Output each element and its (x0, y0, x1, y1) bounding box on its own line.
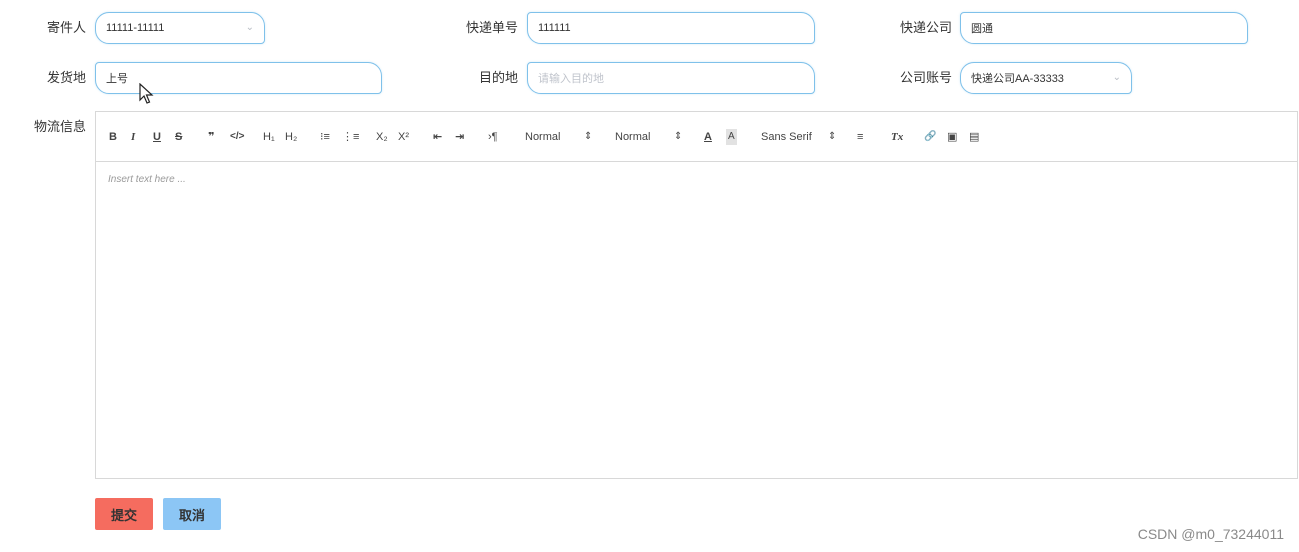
origin-value: 上号 (106, 73, 128, 85)
sender-value: 11111-11111 (106, 22, 165, 34)
font-select[interactable]: Sans Serif (761, 129, 812, 145)
italic-button[interactable]: I (131, 129, 135, 145)
destination-label: 目的地 (478, 70, 518, 85)
tracking-no-label: 快递单号 (465, 20, 518, 35)
destination-placeholder: 请输入目的地 (538, 73, 604, 85)
outdent-button[interactable]: ⇤ (433, 129, 442, 145)
editor-toolbar: B I U S ❞ </> H₁ H₂ ⁝≡ ⋮≡ X₂ X² ⇤ ⇥ ›¶ N… (96, 112, 1297, 162)
image-button[interactable]: ▣ (947, 129, 957, 145)
superscript-button[interactable]: X² (398, 129, 409, 145)
account-value: 快递公司AA-33333 (971, 73, 1064, 85)
indent-button[interactable]: ⇥ (455, 129, 464, 145)
cancel-button[interactable]: 取消 (163, 498, 221, 530)
chevron-down-icon: ⌄ (1112, 72, 1121, 83)
bold-button[interactable]: B (109, 129, 117, 145)
ordered-list-button[interactable]: ⁝≡ (320, 129, 330, 145)
code-block-button[interactable]: </> (230, 129, 244, 145)
background-color-button[interactable]: A (726, 129, 737, 145)
subscript-button[interactable]: X₂ (376, 129, 388, 145)
account-label: 公司账号 (899, 70, 952, 85)
submit-button[interactable]: 提交 (95, 498, 153, 530)
h2-button[interactable]: H₂ (285, 129, 297, 145)
underline-button[interactable]: U (153, 129, 161, 145)
size-select-arrow-icon: ⇕ (674, 131, 683, 142)
h1-button[interactable]: H₁ (263, 129, 275, 145)
watermark-text: CSDN @m0_73244011 (1137, 526, 1284, 542)
size-select[interactable]: Normal (615, 129, 650, 145)
tracking-no-input[interactable]: 111111 (527, 12, 815, 44)
courier-label: 快递公司 (899, 20, 952, 35)
video-button[interactable]: ▤ (969, 129, 979, 145)
courier-value: 圆通 (971, 23, 993, 35)
destination-input[interactable]: 请输入目的地 (527, 62, 815, 94)
clean-format-button[interactable]: Tx (891, 129, 903, 145)
bullet-list-button[interactable]: ⋮≡ (342, 129, 359, 145)
header-select[interactable]: Normal (525, 129, 560, 145)
blockquote-button[interactable]: ❞ (208, 129, 214, 145)
text-direction-button[interactable]: ›¶ (488, 129, 498, 145)
sender-select[interactable]: 11111-11111 ⌄ (95, 12, 265, 44)
origin-label: 发货地 (46, 70, 86, 85)
courier-input[interactable]: 圆通 (960, 12, 1248, 44)
mouse-cursor-icon (139, 83, 154, 104)
logistics-label: 物流信息 (33, 119, 86, 134)
link-button[interactable]: 🔗 (924, 129, 936, 145)
font-color-button[interactable]: A (704, 129, 712, 145)
strike-button[interactable]: S (175, 129, 182, 145)
rich-text-editor[interactable]: B I U S ❞ </> H₁ H₂ ⁝≡ ⋮≡ X₂ X² ⇤ ⇥ ›¶ N… (95, 111, 1298, 479)
font-select-arrow-icon: ⇕ (828, 131, 837, 142)
editor-content[interactable]: Insert text here ... (96, 162, 1297, 197)
chevron-down-icon: ⌄ (245, 22, 254, 33)
align-button[interactable]: ≡ (857, 129, 863, 145)
header-select-arrow-icon: ⇕ (584, 131, 593, 142)
editor-placeholder: Insert text here ... (108, 174, 186, 185)
tracking-no-value: 111111 (538, 22, 571, 34)
sender-label: 寄件人 (46, 20, 86, 35)
account-select[interactable]: 快递公司AA-33333 ⌄ (960, 62, 1132, 94)
